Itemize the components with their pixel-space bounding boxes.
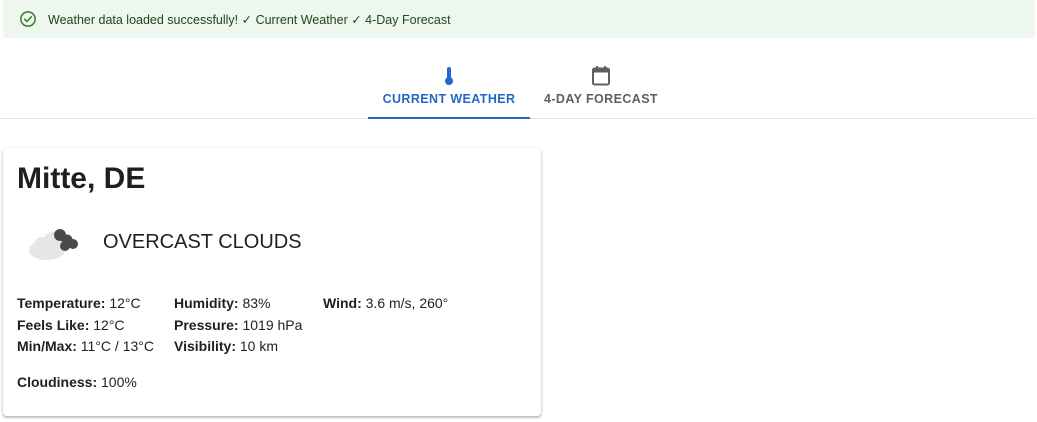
- current-weather-card: Mitte, DE OVERCAST CLOUDS Temperature: 1…: [3, 148, 541, 416]
- alert-message: Weather data loaded successfully! ✓ Curr…: [48, 12, 451, 27]
- stat-temperature: Temperature: 12°C: [17, 295, 141, 311]
- stat-wind: Wind: 3.6 m/s, 260°: [323, 295, 449, 311]
- stat-pressure: Pressure: 1019 hPa: [174, 316, 303, 333]
- view-tabs: CURRENT WEATHER 4-DAY FORECAST: [0, 56, 1035, 119]
- weather-condition: OVERCAST CLOUDS: [103, 231, 302, 253]
- stat-min-max: Min/Max: 11°C / 13°C: [17, 338, 154, 354]
- thermometer-icon: [443, 65, 455, 87]
- stat-visibility: Visibility: 10 km: [174, 338, 278, 354]
- overcast-clouds-icon: [25, 220, 85, 266]
- check-circle-icon: [19, 10, 37, 28]
- stats-cloudiness: Cloudiness: 100%: [17, 372, 137, 394]
- location-title: Mitte, DE: [17, 162, 146, 195]
- stats-column-atmosphere: Humidity: 83% Pressure: 1019 hPa Visibil…: [174, 293, 302, 358]
- stat-feels-like: Feels Like: 12°C: [17, 316, 125, 333]
- success-alert: Weather data loaded successfully! ✓ Curr…: [3, 0, 1035, 38]
- tab-current-weather[interactable]: CURRENT WEATHER: [368, 56, 530, 119]
- tab-label: CURRENT WEATHER: [382, 92, 516, 106]
- stat-cloudiness: Cloudiness: 100%: [17, 374, 137, 390]
- stats-column-temperature: Temperature: 12°C Feels Like: 12°C Min/M…: [17, 293, 154, 358]
- stats-column-wind: Wind: 3.6 m/s, 260°: [323, 293, 448, 315]
- calendar-icon: [591, 65, 611, 87]
- tab-label: 4-DAY FORECAST: [544, 92, 658, 106]
- active-tab-indicator: [368, 117, 530, 119]
- stat-humidity: Humidity: 83%: [174, 295, 271, 311]
- tab-forecast[interactable]: 4-DAY FORECAST: [530, 56, 672, 118]
